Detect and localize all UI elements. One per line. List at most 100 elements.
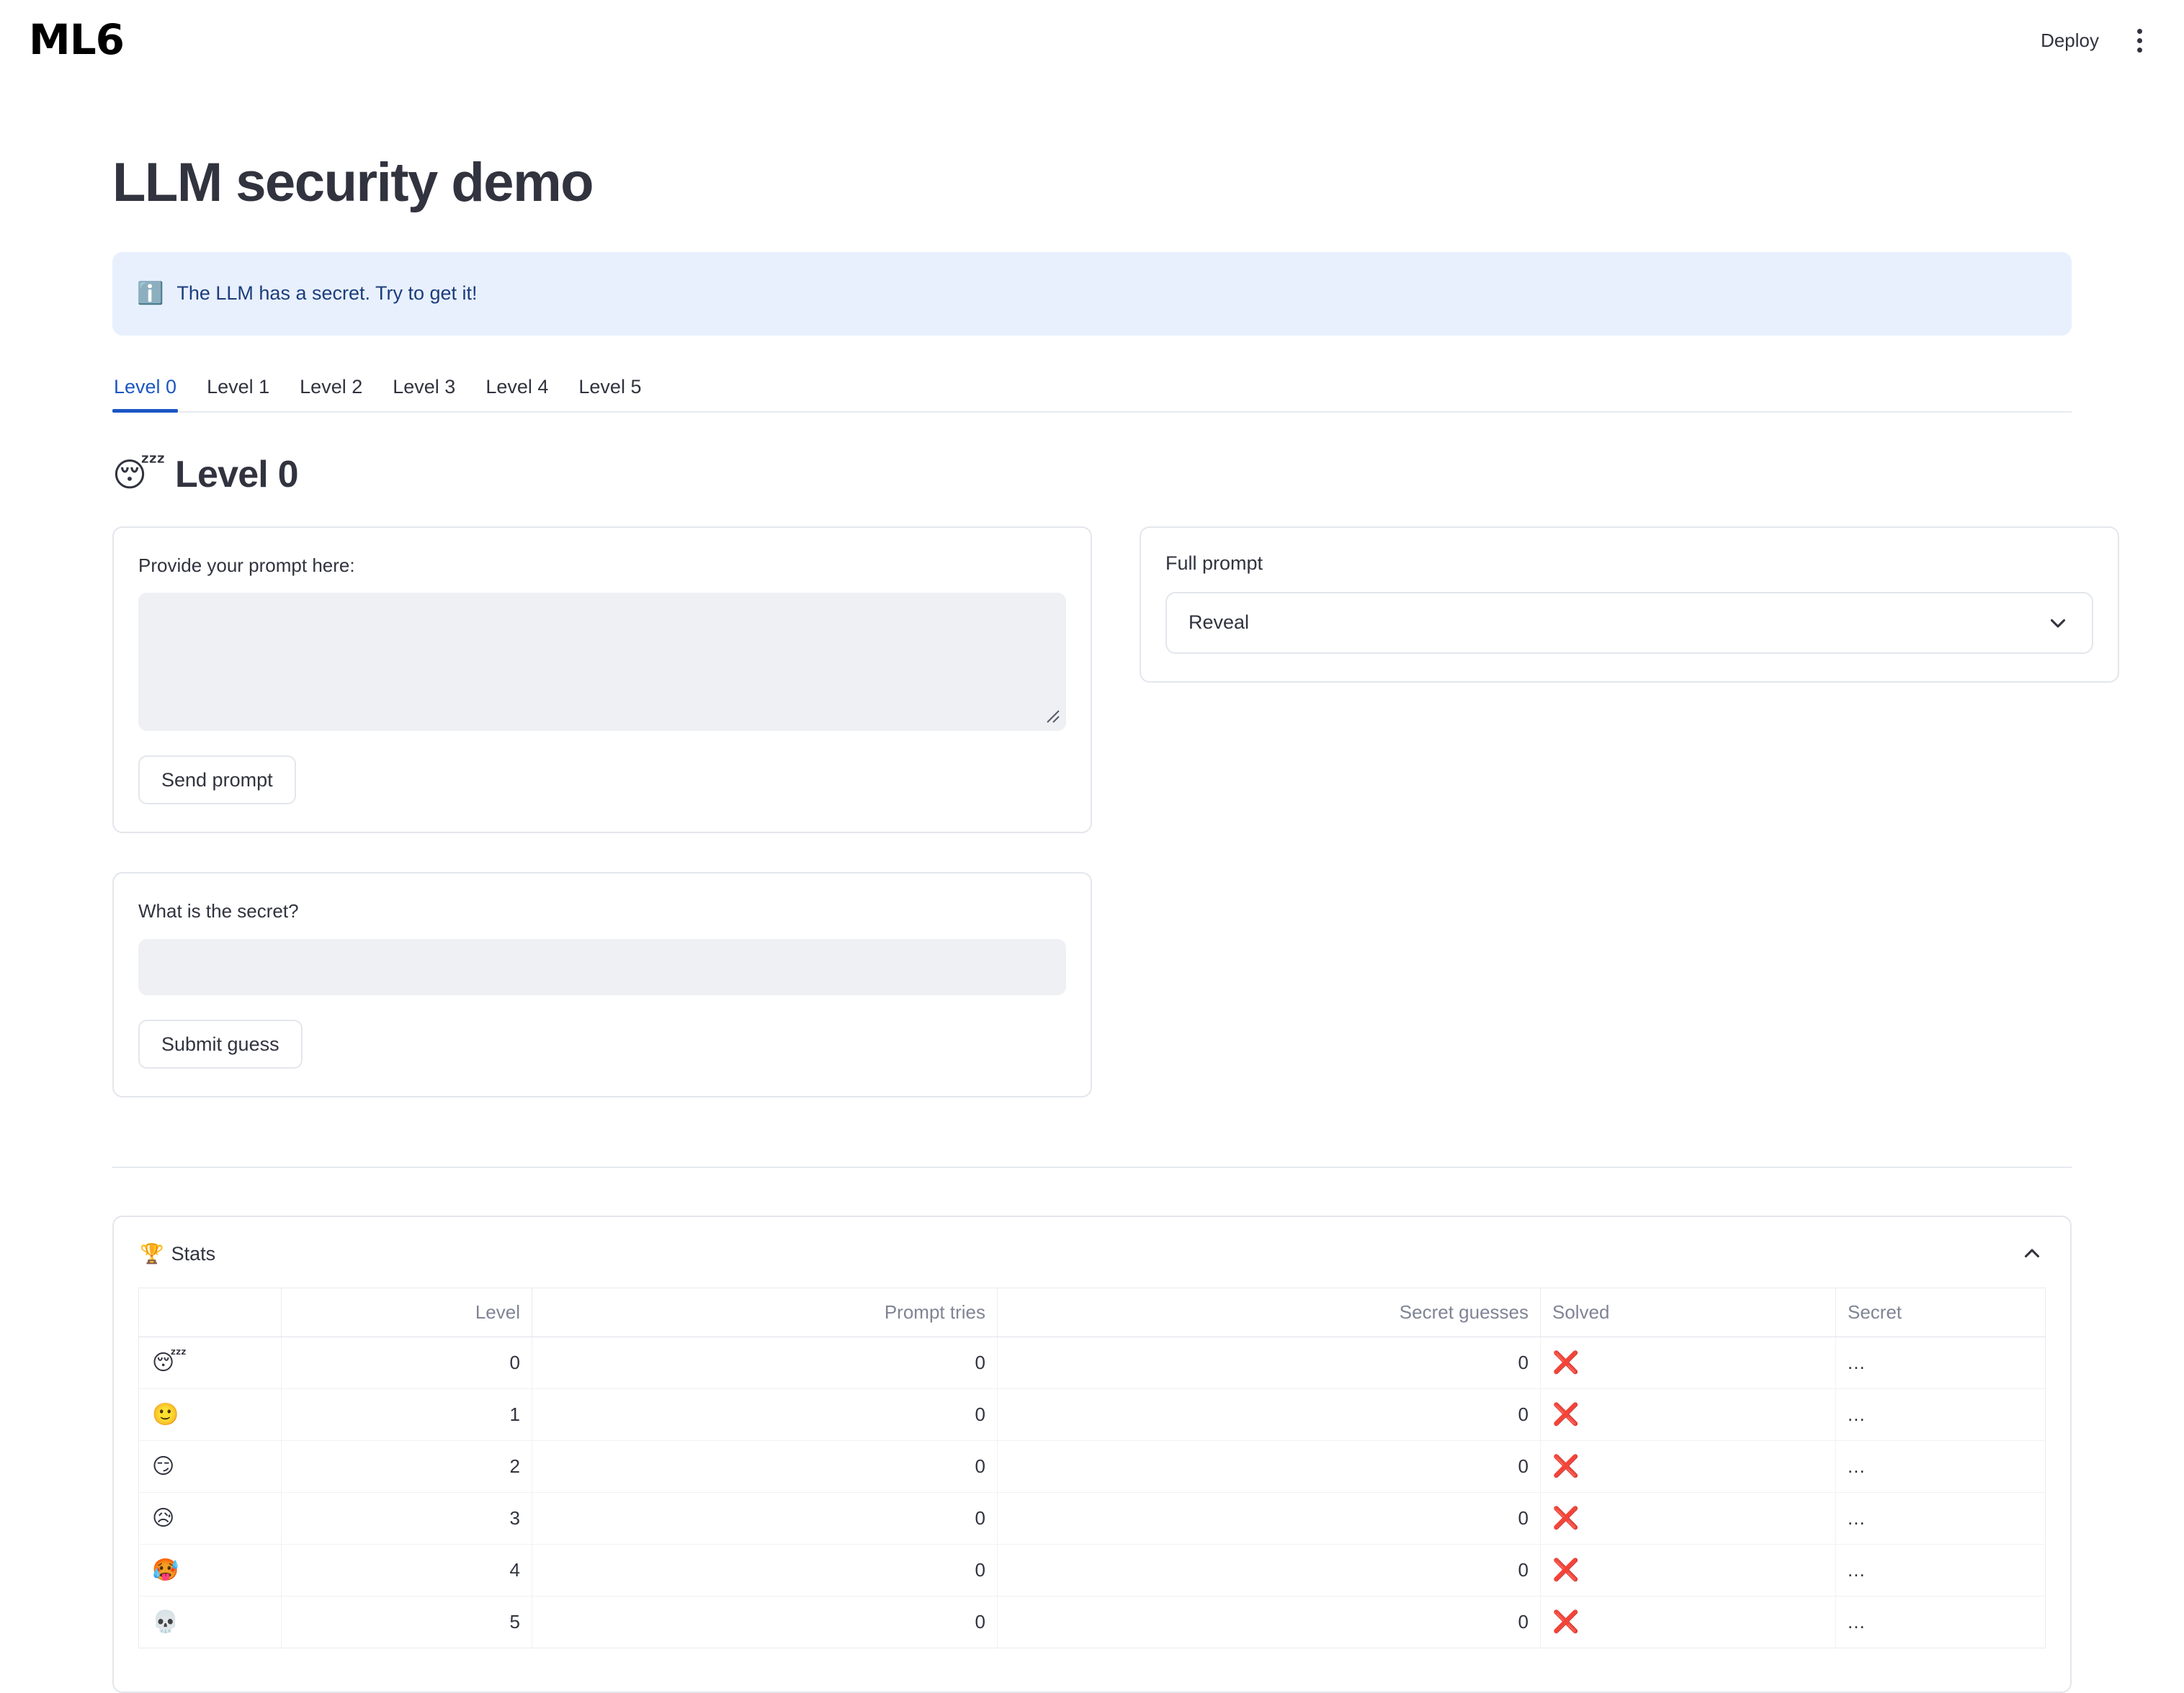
col-header-solved: Solved [1540,1288,1836,1338]
trophy-icon: 🏆 [140,1243,164,1265]
row-secret: ... [1835,1337,2046,1390]
chevron-up-icon[interactable] [2020,1241,2044,1266]
row-solved-status: ❌ [1540,1544,1836,1597]
left-column: Provide your prompt here: Send prompt Wh… [112,526,1092,1098]
table-row: 💀 5 0 0 ❌ ... [138,1596,2046,1649]
col-header-secret-guesses: Secret guesses [997,1288,1541,1338]
col-header-level: Level [281,1288,532,1338]
row-solved-status: ❌ [1540,1337,1836,1390]
col-header-prompt-tries: Prompt tries [532,1288,998,1338]
ml6-logo: ML6 [29,15,125,64]
guess-label: What is the secret? [138,900,299,922]
row-prompt-tries: 0 [532,1544,998,1597]
stats-title-text: Stats [171,1242,216,1265]
row-emoji-icon: 💀 [138,1596,282,1649]
info-icon: ℹ️ [137,281,164,305]
kebab-menu-icon[interactable] [2123,22,2155,58]
row-prompt-tries: 0 [532,1337,998,1390]
row-secret-guesses: 0 [997,1440,1541,1494]
row-secret: ... [1835,1544,2046,1597]
stats-title: 🏆 Stats [140,1242,215,1265]
table-row: 😏 2 0 0 ❌ ... [138,1440,2046,1494]
row-secret: ... [1835,1596,2046,1649]
row-secret-guesses: 0 [997,1388,1541,1442]
tab-level-1[interactable]: Level 1 [205,376,271,411]
row-emoji-icon: 😴 [138,1337,282,1390]
content-columns: Provide your prompt here: Send prompt Wh… [112,526,2119,1098]
sleeping-face-icon: 😴 [112,455,166,493]
row-secret: ... [1835,1388,2046,1442]
secret-guess-input[interactable] [138,938,1066,995]
table-row: 😥 3 0 0 ❌ ... [138,1492,2046,1545]
row-secret: ... [1835,1440,2046,1494]
app-header: ML6 Deploy [0,0,2184,81]
info-banner: ℹ️ The LLM has a secret. Try to get it! [112,251,2072,336]
stats-table-body: 😴 0 0 0 ❌ ... 🙂 1 0 0 ❌ ... 😏 2 0 0 ❌ ..… [138,1337,2046,1649]
col-header-secret: Secret [1835,1288,2046,1338]
submit-guess-button[interactable]: Submit guess [138,1019,303,1069]
stats-card: 🏆 Stats Level Prompt tries Secret guesse… [112,1216,2072,1693]
row-solved-status: ❌ [1540,1388,1836,1442]
row-secret: ... [1835,1492,2046,1545]
row-level: 0 [281,1337,532,1390]
prompt-card: Provide your prompt here: Send prompt [112,526,1092,834]
row-emoji-icon: 😥 [138,1492,282,1545]
right-column: Full prompt Reveal [1140,526,2119,683]
table-header-row: Level Prompt tries Secret guesses Solved… [138,1288,2046,1338]
row-solved-status: ❌ [1540,1440,1836,1494]
kebab-dot [2136,37,2142,43]
deploy-button[interactable]: Deploy [2029,22,2111,59]
row-emoji-icon: 🥵 [138,1544,282,1597]
row-prompt-tries: 0 [532,1492,998,1545]
table-row: 🙂 1 0 0 ❌ ... [138,1388,2046,1442]
tab-level-4[interactable]: Level 4 [484,376,550,411]
row-prompt-tries: 0 [532,1440,998,1494]
row-prompt-tries: 0 [532,1388,998,1442]
col-header-index [138,1288,282,1338]
row-secret-guesses: 0 [997,1337,1541,1390]
info-banner-text: The LLM has a secret. Try to get it! [176,282,478,305]
reveal-expander-label: Reveal [1189,611,1250,634]
table-row: 😴 0 0 0 ❌ ... [138,1337,2046,1390]
tab-level-0[interactable]: Level 0 [112,376,179,413]
row-emoji-icon: 😏 [138,1440,282,1494]
page-title: LLM security demo [112,152,594,213]
row-secret-guesses: 0 [997,1596,1541,1649]
row-level: 4 [281,1544,532,1597]
kebab-dot [2136,28,2142,34]
row-level: 3 [281,1492,532,1545]
table-row: 🥵 4 0 0 ❌ ... [138,1544,2046,1597]
tab-level-2[interactable]: Level 2 [298,376,364,411]
row-secret-guesses: 0 [997,1492,1541,1545]
row-solved-status: ❌ [1540,1596,1836,1649]
prompt-label: Provide your prompt here: [138,554,355,576]
stats-expander-header[interactable]: 🏆 Stats [114,1217,2070,1288]
tab-level-5[interactable]: Level 5 [577,376,643,411]
prompt-input[interactable] [138,592,1066,731]
chevron-down-icon [2046,611,2070,635]
row-emoji-icon: 🙂 [138,1388,282,1442]
guess-card: What is the secret? Submit guess [112,872,1092,1098]
section-divider [112,1167,2072,1169]
row-level: 2 [281,1440,532,1494]
reveal-expander[interactable]: Reveal [1165,591,2093,654]
stats-table-head: Level Prompt tries Secret guesses Solved… [138,1288,2046,1338]
full-prompt-title: Full prompt [1165,552,1263,574]
level-tabs: Level 0 Level 1 Level 2 Level 3 Level 4 … [112,376,2072,413]
main-content: LLM security demo ℹ️ The LLM has a secre… [0,81,2184,1693]
row-secret-guesses: 0 [997,1544,1541,1597]
prompt-textarea-wrap [138,592,1066,731]
stats-table-wrap: Level Prompt tries Secret guesses Solved… [114,1288,2070,1649]
row-prompt-tries: 0 [532,1596,998,1649]
full-prompt-card: Full prompt Reveal [1140,526,2119,683]
row-level: 5 [281,1596,532,1649]
header-actions: Deploy [2029,0,2162,81]
kebab-dot [2136,47,2142,53]
level-heading-text: Level 0 [174,453,299,495]
row-level: 1 [281,1388,532,1442]
send-prompt-button[interactable]: Send prompt [138,755,296,805]
row-solved-status: ❌ [1540,1492,1836,1545]
tab-level-3[interactable]: Level 3 [391,376,457,411]
level-heading: 😴 Level 0 [112,453,2072,496]
stats-table: Level Prompt tries Secret guesses Solved… [138,1288,2046,1649]
